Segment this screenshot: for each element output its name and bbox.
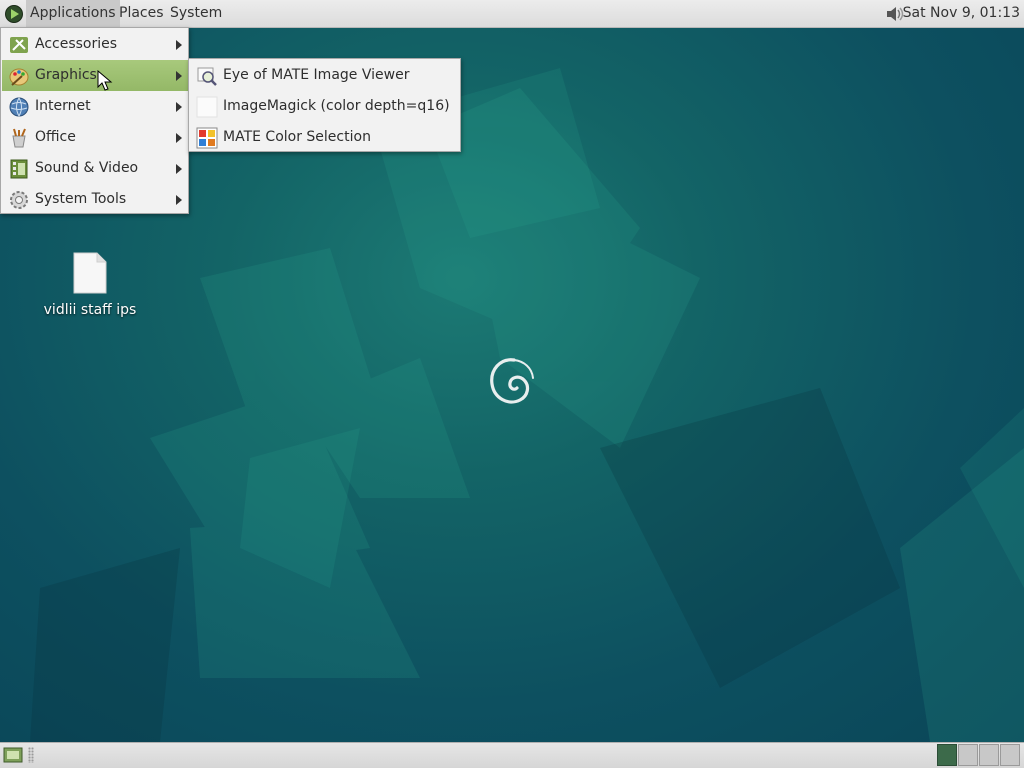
menu-item-label: Office [35,129,76,145]
mate-logo-icon [5,5,23,23]
graphics-icon [9,68,29,86]
submenu-arrow-icon [176,40,182,50]
submenu-arrow-icon [176,102,182,112]
clock[interactable]: Sat Nov 9, 01:13 [903,0,1020,27]
menu-item-label: Eye of MATE Image Viewer [223,67,410,83]
submenu-arrow-icon [176,71,182,81]
menu-item-imagemagick[interactable]: ImageMagick (color depth=q16) [190,91,460,122]
menu-item-system-tools[interactable]: System Tools [2,184,188,215]
top-panel: Applications Places System Sat Nov 9, 01… [0,0,1024,28]
applications-menu: Accessories Graphics Internet Office Sou… [0,27,189,214]
desktop-file-label: vidlii staff ips [43,302,137,318]
show-desktop-icon[interactable] [3,746,23,764]
system-menu-button[interactable]: System [166,0,226,27]
workspace-3[interactable] [979,744,999,766]
image-viewer-icon [197,67,217,86]
menu-item-label: Sound & Video [35,160,139,176]
menu-item-accessories[interactable]: Accessories [2,29,188,60]
color-selection-icon [196,127,218,149]
debian-swirl-logo [490,358,534,404]
submenu-arrow-icon [176,164,182,174]
document-icon [73,252,107,294]
internet-globe-icon [9,97,29,117]
menu-item-sound-video[interactable]: Sound & Video [2,153,188,184]
menu-item-mate-color-selection[interactable]: MATE Color Selection [190,122,460,153]
workspace-4[interactable] [1000,744,1020,766]
accessories-icon [10,37,28,53]
imagemagick-icon [196,96,218,118]
menu-item-office[interactable]: Office [2,122,188,153]
submenu-arrow-icon [176,133,182,143]
menu-item-label: Accessories [35,36,118,52]
sound-video-icon [10,159,28,179]
mouse-pointer-icon [97,70,113,91]
submenu-arrow-icon [176,195,182,205]
desktop-file-icon[interactable]: vidlii staff ips [40,252,140,318]
menu-item-graphics[interactable]: Graphics [2,60,188,91]
office-icon [12,128,26,148]
menu-item-label: ImageMagick (color depth=q16) [223,98,450,114]
menu-item-label: Graphics [35,67,97,83]
menu-item-internet[interactable]: Internet [2,91,188,122]
menu-item-label: System Tools [35,191,127,207]
menu-item-label: Internet [35,98,91,114]
menu-item-label: MATE Color Selection [223,129,371,145]
workspace-1[interactable] [937,744,957,766]
bottom-panel [0,742,1024,768]
menu-item-eye-of-mate[interactable]: Eye of MATE Image Viewer [190,60,460,91]
applications-menu-button[interactable]: Applications [26,0,120,27]
places-menu-button[interactable]: Places [115,0,168,27]
graphics-submenu: Eye of MATE Image Viewer ImageMagick (co… [188,58,461,152]
workspace-2[interactable] [958,744,978,766]
system-tools-icon [10,191,28,209]
panel-drag-handle[interactable] [28,747,34,763]
